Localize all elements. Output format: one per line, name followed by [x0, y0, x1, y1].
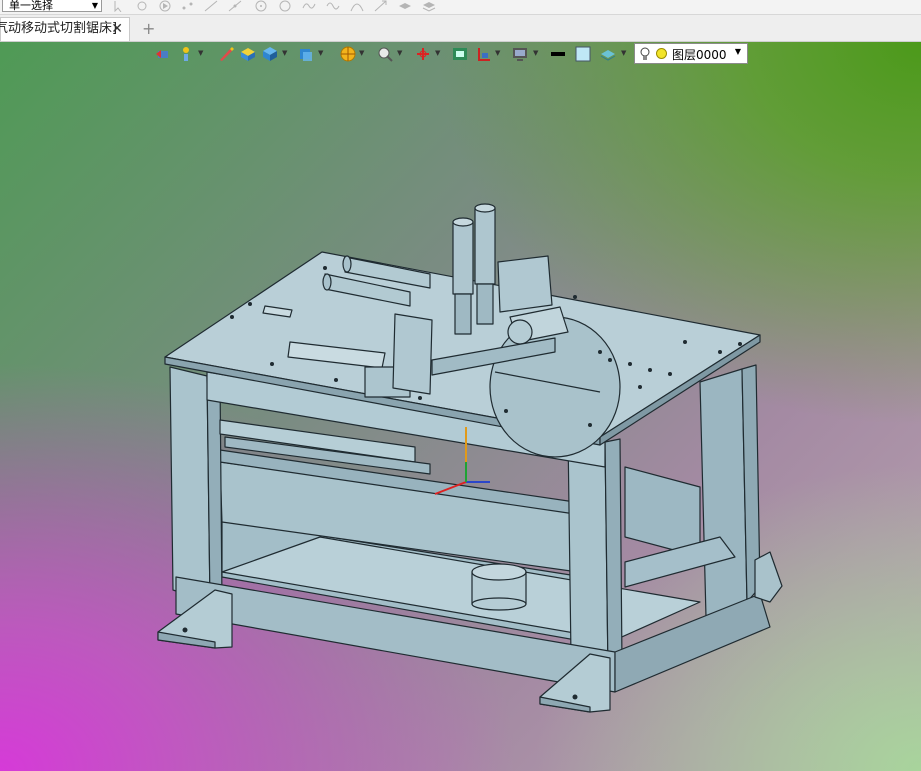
document-tab-bar: 气动移动式切割锯床] ✕ + [0, 15, 921, 42]
select-filter-icon[interactable] [135, 0, 149, 12]
circle-icon[interactable] [278, 0, 292, 12]
saw-machine-model[interactable] [0, 42, 921, 771]
document-tab-title: 气动移动式切割锯床] [0, 21, 118, 36]
spline-icon[interactable] [302, 0, 316, 12]
layers-icon[interactable] [398, 0, 412, 12]
3d-viewport[interactable]: ▼ ▼ ▼ ▼ ▼ ▼ ▼ ▼ ▼ 图层0000 ▼ [0, 42, 921, 771]
line-icon[interactable] [204, 0, 218, 12]
selection-mode-value: 单一选择 [9, 0, 53, 12]
line-point-icon[interactable] [228, 0, 242, 12]
pointer-icon[interactable] [112, 0, 126, 12]
selection-mode-dropdown[interactable]: 单一选择 ▼ [2, 0, 102, 12]
document-tab[interactable]: 气动移动式切割锯床] ✕ [0, 17, 130, 41]
chevron-down-icon: ▼ [91, 1, 98, 10]
play-icon[interactable] [158, 0, 172, 12]
stack-icon[interactable] [422, 0, 436, 12]
close-icon[interactable]: ✕ [111, 18, 123, 40]
new-tab-button[interactable]: + [142, 19, 155, 38]
arrow-line-icon[interactable] [374, 0, 388, 12]
selection-toolbar: 单一选择 ▼ [0, 0, 921, 15]
points-icon[interactable] [181, 0, 195, 12]
circle-center-icon[interactable] [254, 0, 268, 12]
arc-icon[interactable] [350, 0, 364, 12]
wave-icon[interactable] [326, 0, 340, 12]
